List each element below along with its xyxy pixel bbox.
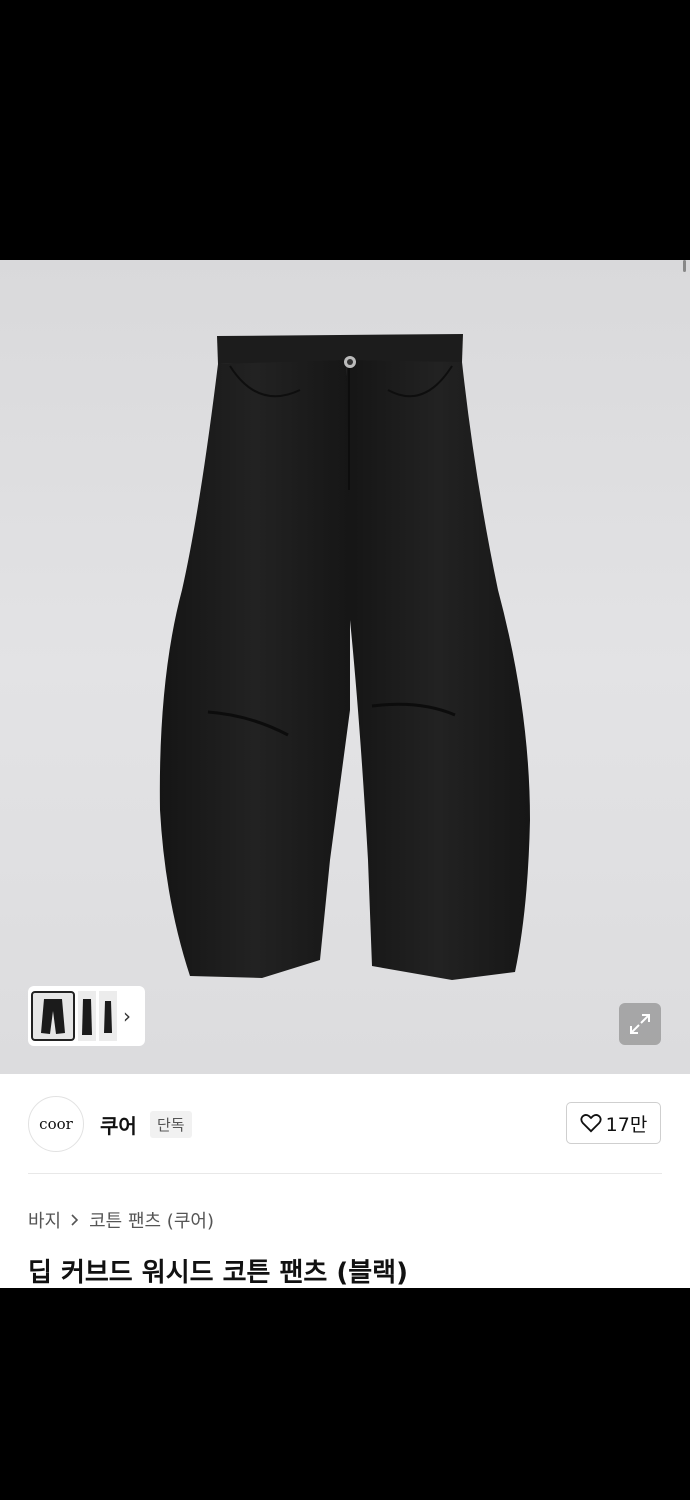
zoom-button[interactable] xyxy=(619,1003,661,1045)
product-title: 딥 커브드 워시드 코튼 팬츠 (블랙) xyxy=(28,1258,408,1288)
top-black-area xyxy=(0,0,690,260)
expand-icon xyxy=(630,1014,650,1034)
breadcrumb: 바지 코튼 팬츠 (쿠어) xyxy=(28,1207,214,1233)
scroll-indicator[interactable] xyxy=(683,260,686,272)
thumbnail-pants-image xyxy=(41,999,65,1034)
brand-name[interactable]: 쿠어 xyxy=(100,1110,137,1139)
product-image-pants xyxy=(159,334,530,980)
breadcrumb-subcategory[interactable]: 코튼 팬츠 (쿠어) xyxy=(89,1207,214,1233)
chevron-right-icon xyxy=(71,1214,79,1226)
thumbnail-3[interactable] xyxy=(99,991,117,1041)
like-button[interactable]: 17만 xyxy=(566,1102,661,1144)
bottom-black-area xyxy=(0,1288,690,1500)
exclusive-badge: 단독 xyxy=(150,1111,192,1138)
thumbnail-strip[interactable]: › xyxy=(28,986,145,1046)
like-count: 17만 xyxy=(605,1113,648,1136)
thumbnail-selected[interactable] xyxy=(31,991,75,1041)
breadcrumb-category[interactable]: 바지 xyxy=(28,1207,61,1233)
divider xyxy=(28,1173,662,1174)
thumbnail-2[interactable] xyxy=(78,991,96,1041)
product-image-hero[interactable] xyxy=(0,260,690,1074)
thumbnail-pants-back-image xyxy=(104,1001,112,1033)
heart-icon xyxy=(580,1114,602,1133)
product-info-section: coor 쿠어 단독 17만 바지 코튼 팬츠 (쿠어) 딥 커브드 워시드 코… xyxy=(0,1074,690,1288)
chevron-right-icon[interactable]: › xyxy=(123,1006,131,1026)
thumbnail-pants-side-image xyxy=(82,999,92,1035)
brand-logo[interactable]: coor xyxy=(28,1096,84,1152)
